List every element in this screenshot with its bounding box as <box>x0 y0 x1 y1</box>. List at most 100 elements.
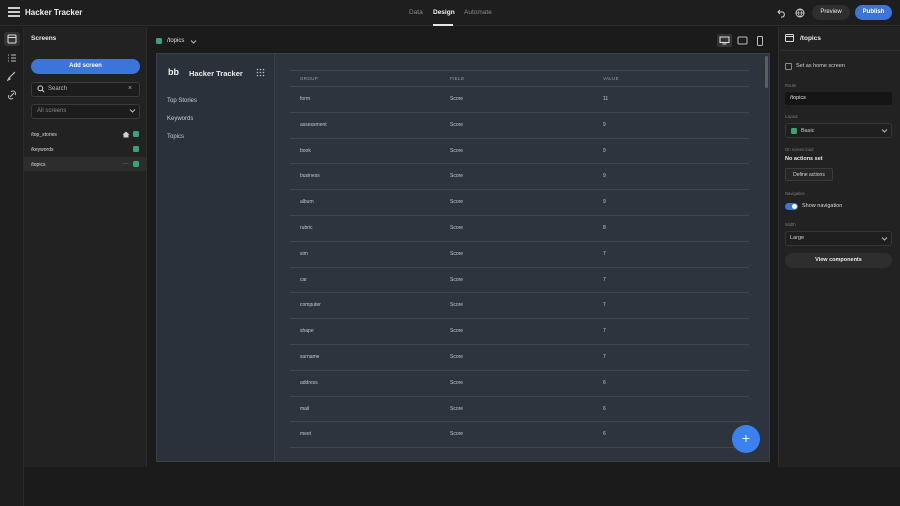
table-cell-value: 11 <box>603 96 609 102</box>
table-row-divider <box>290 292 749 294</box>
route-field-label: Route <box>785 83 797 88</box>
tab-design[interactable]: Design <box>433 9 455 16</box>
table-cell-field: Score <box>450 354 464 360</box>
table-cell-group: computer <box>300 302 321 309</box>
add-fab-button[interactable]: + <box>732 425 760 453</box>
screens-icon[interactable] <box>4 32 20 46</box>
active-tab-indicator <box>433 24 453 26</box>
layout-select-value: Basic <box>801 128 815 134</box>
table-cell-value: 6 <box>603 379 606 386</box>
table-cell-field: Score <box>450 276 464 283</box>
globe-icon[interactable] <box>795 8 805 18</box>
table-cell-group: meet <box>300 431 312 438</box>
publish-button[interactable]: Publish <box>855 5 892 20</box>
table-header-divider <box>290 86 749 87</box>
table-row-divider <box>290 189 749 191</box>
table-row-divider <box>290 240 749 242</box>
table-row-divider <box>290 395 749 397</box>
actions-status: No actions set <box>785 156 823 162</box>
table-header-group[interactable]: GROUP <box>300 76 318 81</box>
table-header-field[interactable]: FIELD <box>450 76 464 81</box>
define-actions-button[interactable]: Define actions <box>785 168 833 181</box>
table-cell-value: 7 <box>603 276 606 283</box>
desktop-icon[interactable] <box>719 36 730 45</box>
mobile-icon[interactable] <box>756 36 764 46</box>
tab-automate[interactable]: Automate <box>464 9 492 16</box>
table-cell-group: sim <box>300 250 308 257</box>
table-cell-field: Score <box>450 96 464 102</box>
table-cell-field: Score <box>450 225 464 231</box>
home-screen-checkbox[interactable] <box>785 63 792 70</box>
app-nav-keywords[interactable]: Keywords <box>167 116 193 122</box>
layout-field-label: Layout <box>785 114 798 119</box>
menu-icon[interactable] <box>8 7 20 17</box>
app-name: Hacker Tracker <box>189 69 243 78</box>
table-cell-group: form <box>300 96 310 102</box>
apps-grid-icon[interactable] <box>256 68 265 77</box>
table-cell-value: 9 <box>603 173 606 180</box>
route-item-topics[interactable]: /topics <box>31 162 45 168</box>
app-logo: bb <box>168 67 179 77</box>
table-cell-field: Score <box>450 302 464 309</box>
home-icon <box>122 131 130 138</box>
table-cell-value: 9 <box>603 147 606 154</box>
table-row-divider <box>290 369 749 371</box>
toggle-knob <box>792 204 797 209</box>
table-cell-value: 6 <box>603 405 606 412</box>
settings-panel-title: /topics <box>800 35 821 42</box>
route-status-dot <box>133 146 139 152</box>
preview-button[interactable]: Preview <box>812 5 850 20</box>
current-screen-selector[interactable]: /topics <box>167 38 184 44</box>
table-row-divider <box>290 447 749 449</box>
table-cell-value: 8 <box>603 225 606 231</box>
table-cell-group: book <box>300 147 311 154</box>
width-field-label: Width <box>785 222 796 227</box>
navigation-field-label: Navigation <box>785 191 805 196</box>
actions-field-label: On screen load <box>785 147 814 152</box>
link-icon[interactable] <box>4 88 20 102</box>
table-cell-value: 7 <box>603 354 606 360</box>
route-field-value: /topics <box>790 95 806 101</box>
close-icon[interactable]: × <box>128 85 132 92</box>
table-cell-value: 7 <box>603 250 606 257</box>
table-cell-field: Score <box>450 147 464 154</box>
table-cell-value: 7 <box>603 328 606 335</box>
tab-data[interactable]: Data <box>409 9 423 16</box>
width-select-value: Large <box>790 235 805 241</box>
preview-scrollbar[interactable] <box>765 56 768 88</box>
screen-icon <box>785 34 794 42</box>
table-cell-field: Score <box>450 121 464 128</box>
table-row-divider <box>290 266 749 268</box>
tablet-icon[interactable] <box>737 36 748 45</box>
table-header-value[interactable]: VALUE <box>603 76 619 81</box>
table-row-divider <box>290 111 749 113</box>
table-cell-value: 6 <box>603 431 606 438</box>
screens-panel-title: Screens <box>31 35 57 42</box>
table-cell-field: Score <box>450 431 464 438</box>
table-row-divider <box>290 215 749 216</box>
more-options-icon[interactable]: ··· <box>123 161 129 167</box>
route-item-keywords[interactable]: /keywords <box>31 147 54 153</box>
table-cell-group: album <box>300 199 314 206</box>
table-cell-group: assessment <box>300 121 327 128</box>
table-row-divider <box>290 318 749 320</box>
brush-icon[interactable] <box>4 69 20 83</box>
components-list-icon[interactable] <box>4 51 20 65</box>
screen-status-dot <box>156 38 162 44</box>
table-row-divider <box>290 163 749 165</box>
table-cell-group: address <box>300 379 318 386</box>
view-components-button[interactable]: View components <box>785 253 892 268</box>
route-status-dot <box>133 131 139 137</box>
app-nav-topics[interactable]: Topics <box>167 134 184 140</box>
app-nav-top-stories[interactable]: Top Stories <box>167 98 197 104</box>
add-screen-button[interactable]: Add screen <box>31 59 140 74</box>
route-item-top-stories[interactable]: /top_stories <box>31 132 57 138</box>
chevron-down-icon[interactable] <box>190 38 197 45</box>
table-top-border <box>290 70 749 71</box>
table-cell-value: 7 <box>603 302 606 309</box>
table-cell-group: shape <box>300 328 314 335</box>
app-title: Hacker Tracker <box>25 8 83 17</box>
undo-icon[interactable] <box>777 8 787 18</box>
table-cell-group: mail <box>300 405 310 412</box>
table-cell-field: Score <box>450 379 464 386</box>
